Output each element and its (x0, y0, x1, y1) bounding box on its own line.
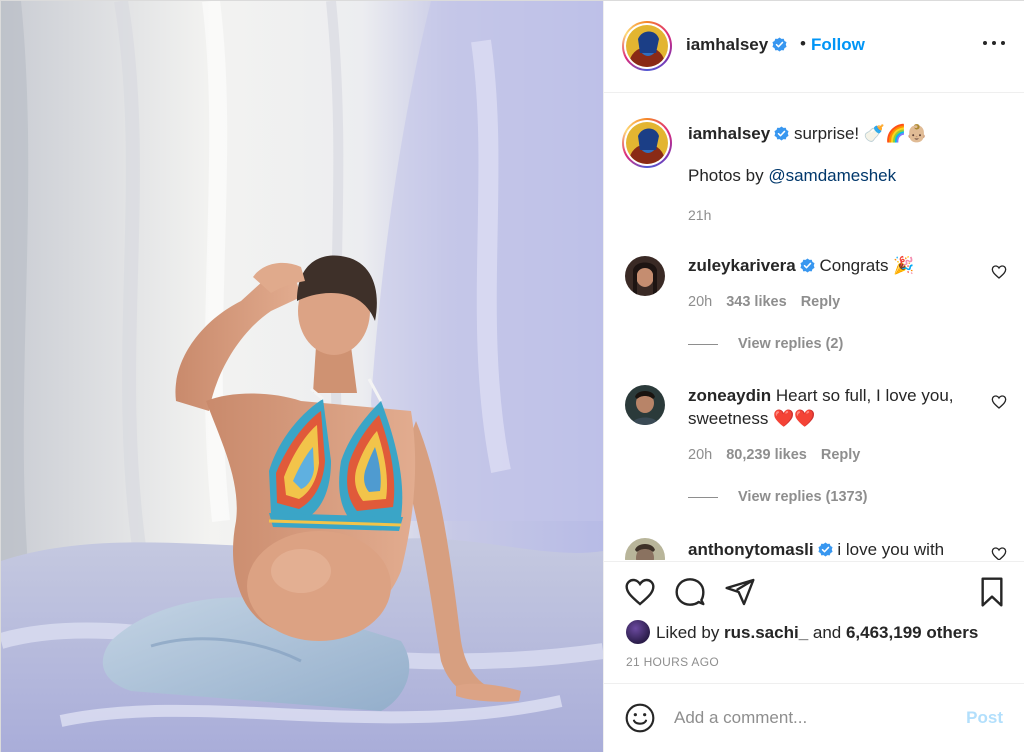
verified-badge-icon (818, 542, 833, 557)
comment-icon[interactable] (674, 576, 706, 608)
post-actions: Liked by rus.sachi_ and 6,463,199 others… (604, 561, 1024, 683)
post-timestamp: 21 HOURS AGO (626, 655, 719, 669)
comment-input[interactable] (674, 704, 944, 732)
comment-like-heart-icon[interactable] (991, 264, 1007, 280)
instagram-post-modal: iamhalsey • Follow iamhalsey surprise! 🍼… (0, 0, 1024, 752)
comment-like-heart-icon[interactable] (991, 394, 1007, 410)
comment-username[interactable]: zoneaydin (688, 386, 771, 405)
comment-text: zoneaydin Heart so full, I love you, swe… (688, 384, 978, 430)
emoji-icon[interactable] (624, 702, 656, 734)
verified-badge-icon (774, 126, 789, 141)
comments-list[interactable]: iamhalsey surprise! 🍼🌈👶🏼 Photos by @samd… (604, 94, 1024, 560)
caption-mention-link[interactable]: @samdameshek (768, 166, 896, 185)
comment-like-heart-icon[interactable] (991, 546, 1007, 560)
comment-time: 20h (688, 447, 713, 463)
comment-avatar[interactable] (625, 256, 665, 296)
post-comment-button[interactable]: Post (966, 708, 1003, 728)
comment-avatar[interactable] (625, 538, 665, 560)
comment-text: zuleykarivera Congrats 🎉 (688, 254, 978, 277)
comment-avatar[interactable] (625, 385, 665, 425)
likes-count[interactable]: 6,463,199 others (846, 623, 978, 642)
comment-time: 20h (688, 294, 713, 310)
caption-body: surprise! 🍼🌈👶🏼 (793, 124, 928, 143)
comment-composer: Post (604, 683, 1024, 752)
comment-likes[interactable]: 343 likes (726, 294, 786, 310)
verified-badge-icon (772, 37, 787, 52)
reply-button[interactable]: Reply (821, 447, 861, 463)
caption-text: iamhalsey surprise! 🍼🌈👶🏼 (688, 122, 927, 146)
comment-meta: 20h 80,239 likes Reply (688, 447, 860, 463)
post-header: iamhalsey • Follow (604, 1, 1024, 93)
comment-meta: 20h 343 likes Reply (688, 294, 840, 310)
follow-button[interactable]: Follow (811, 35, 865, 55)
comment-username[interactable]: zuleykarivera (688, 256, 796, 275)
more-options-icon[interactable] (983, 39, 1005, 47)
liked-by-summary: Liked by rus.sachi_ and 6,463,199 others (626, 620, 978, 644)
caption-timestamp: 21h (688, 207, 712, 223)
bookmark-icon[interactable] (976, 576, 1008, 608)
author-avatar[interactable] (622, 21, 672, 71)
share-icon[interactable] (724, 576, 756, 608)
view-replies-button[interactable]: View replies (1373) (688, 489, 868, 505)
post-photo[interactable] (1, 1, 603, 752)
comment-text: anthonytomasli i love you with (688, 538, 978, 560)
caption-avatar[interactable] (622, 118, 672, 168)
comment-body: Congrats 🎉 (819, 256, 915, 275)
liker-avatar[interactable] (626, 620, 650, 644)
view-replies-button[interactable]: View replies (2) (688, 336, 843, 352)
comment-username[interactable]: anthonytomasli (688, 540, 814, 559)
caption-username[interactable]: iamhalsey (688, 124, 770, 143)
post-image (1, 1, 603, 752)
comment-likes[interactable]: 80,239 likes (726, 447, 807, 463)
header-separator: • (800, 34, 806, 53)
reply-button[interactable]: Reply (801, 294, 841, 310)
heart-icon[interactable] (624, 576, 656, 608)
caption-credits: Photos by @samdameshek (688, 166, 897, 185)
verified-badge-icon (800, 258, 815, 273)
liker-username[interactable]: rus.sachi_ (724, 623, 808, 642)
post-details-panel: iamhalsey • Follow iamhalsey surprise! 🍼… (603, 1, 1024, 752)
comment-body: i love you with (837, 540, 945, 559)
author-username[interactable]: iamhalsey (686, 35, 787, 55)
